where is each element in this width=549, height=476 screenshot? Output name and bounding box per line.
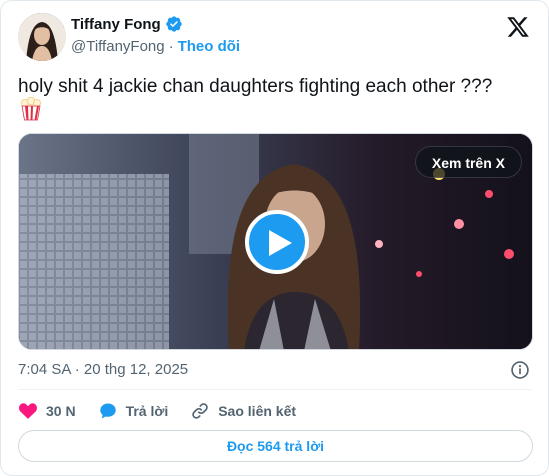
view-on-x-button[interactable]: Xem trên X <box>414 146 522 178</box>
x-logo-icon[interactable] <box>506 15 530 39</box>
tweet-embed-card: Tiffany Fong @TiffanyFong · Theo dõi hol… <box>0 0 549 476</box>
like-button[interactable]: 30 N <box>18 401 76 421</box>
like-count: 30 N <box>46 403 76 419</box>
author-display-name[interactable]: Tiffany Fong <box>71 16 161 33</box>
avatar[interactable] <box>18 13 66 61</box>
link-icon <box>192 403 208 419</box>
author-handle[interactable]: @TiffanyFong <box>71 38 165 55</box>
divider <box>18 389 531 390</box>
reply-bubble-icon <box>99 403 116 419</box>
heart-icon <box>19 403 37 419</box>
video-thumbnail[interactable]: Xem trên X <box>18 133 533 350</box>
popcorn-icon <box>20 96 42 121</box>
author-handle-row: @TiffanyFong · Theo dõi <box>71 38 240 55</box>
action-bar: 30 N Trả lời Sao liên kết <box>18 399 318 423</box>
follow-button[interactable]: Theo dõi <box>178 38 241 55</box>
read-replies-button[interactable]: Đọc 564 trả lời <box>18 430 533 462</box>
tweet-timestamp[interactable]: 7:04 SA · 20 thg 12, 2025 <box>18 361 188 378</box>
verified-badge-icon <box>165 15 183 33</box>
reply-button[interactable]: Trả lời <box>98 401 169 421</box>
play-button[interactable] <box>245 210 309 274</box>
copy-link-button[interactable]: Sao liên kết <box>190 401 296 421</box>
copy-link-label: Sao liên kết <box>218 403 297 419</box>
reply-label: Trả lời <box>125 403 169 419</box>
author-name-row: Tiffany Fong <box>71 15 183 33</box>
play-icon <box>269 230 292 256</box>
tweet-text: holy shit 4 jackie chan daughters fighti… <box>18 76 493 97</box>
separator-dot: · <box>168 38 174 55</box>
info-icon[interactable] <box>510 360 530 380</box>
